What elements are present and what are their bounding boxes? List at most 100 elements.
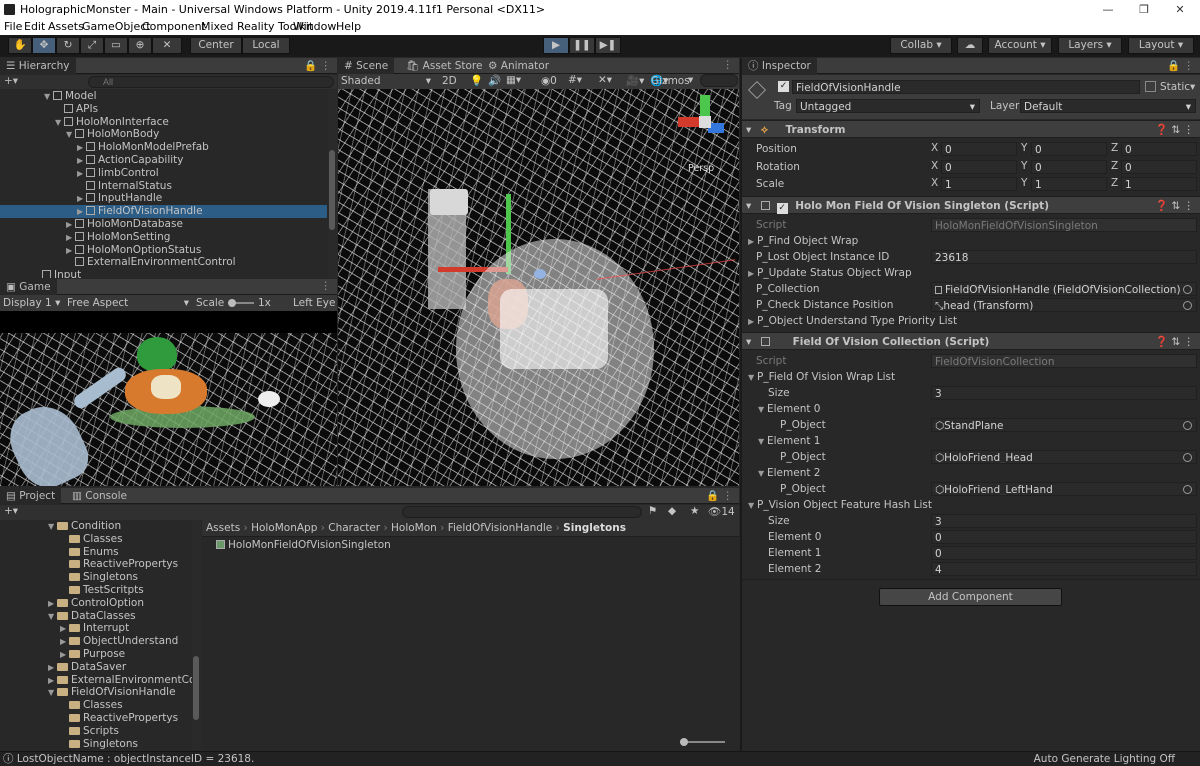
- collection-component-header[interactable]: ▾ Field Of Vision Collection (Script) ❓ …: [742, 332, 1200, 350]
- hierarchy-scrollbar[interactable]: [328, 90, 337, 278]
- active-checkbox[interactable]: ✓: [778, 81, 789, 92]
- camera-icon[interactable]: 🎥▾: [626, 74, 644, 87]
- layers-dropdown[interactable]: Layers ▾: [1058, 37, 1122, 54]
- tab-scene[interactable]: # Scene: [338, 58, 395, 74]
- object-picker-icon[interactable]: [1183, 301, 1192, 310]
- scale-slider-thumb[interactable]: [228, 299, 236, 307]
- hierarchy-search-input[interactable]: [88, 76, 334, 88]
- fold-arrow-icon[interactable]: ▼: [66, 128, 75, 141]
- breadcrumb-holomonapp[interactable]: HoloMonApp: [251, 522, 317, 534]
- hash-size-field[interactable]: 3: [931, 514, 1197, 528]
- hierarchy-item[interactable]: APIs: [0, 103, 327, 116]
- persp-label[interactable]: Persp: [688, 163, 714, 174]
- account-dropdown[interactable]: Account ▾: [988, 37, 1052, 54]
- hidden-packages-icon[interactable]: 👁14: [708, 505, 735, 518]
- maximize-button[interactable]: ❐: [1124, 1, 1164, 18]
- project-tree-scrollbar[interactable]: [192, 520, 201, 750]
- fold-arrow-icon[interactable]: ▼: [48, 520, 57, 533]
- tab-game[interactable]: ▣ Game: [0, 279, 57, 295]
- inspector-menu-icon[interactable]: 🔒 ⋮: [1167, 59, 1194, 72]
- fold-down-icon[interactable]: ▾: [746, 200, 751, 212]
- hierarchy-item[interactable]: ▶ HoloMonSetting: [0, 231, 327, 244]
- menu-gameobject[interactable]: GameObject: [82, 20, 151, 33]
- fold-down-icon[interactable]: ▾: [746, 336, 751, 348]
- update-status-wrap-row[interactable]: ▶ P_Update Status Object Wrap: [742, 265, 1200, 281]
- find-object-wrap-row[interactable]: ▶ P_Find Object Wrap: [742, 233, 1200, 249]
- fold-down-icon[interactable]: ▾: [746, 124, 751, 136]
- game-panel-menu-icon[interactable]: ⋮: [321, 280, 332, 292]
- cloud-icon[interactable]: ☁: [957, 37, 983, 54]
- shading-dropdown[interactable]: Shaded ▾: [341, 75, 431, 87]
- static-checkbox[interactable]: [1145, 81, 1156, 92]
- tab-inspector[interactable]: ⓘ Inspector: [742, 58, 817, 74]
- fold-arrow-icon[interactable]: ▶: [60, 648, 69, 661]
- image-icon[interactable]: ▦▾: [506, 74, 521, 86]
- distance-field[interactable]: ⤡head (Transform): [931, 298, 1197, 312]
- orientation-x-cone[interactable]: [678, 117, 700, 127]
- folder-item[interactable]: ReactivePropertys: [0, 712, 192, 725]
- collab-button[interactable]: Collab ▾: [890, 37, 952, 54]
- grid-icon[interactable]: #▾: [568, 74, 582, 86]
- project-tree-scroll-thumb[interactable]: [193, 656, 199, 720]
- singleton-enabled-checkbox[interactable]: ✓: [776, 203, 788, 214]
- eye-dropdown[interactable]: Left Eye: [293, 297, 335, 309]
- fold-arrow-icon[interactable]: ▶: [48, 661, 57, 674]
- fold-arrow-icon[interactable]: ▼: [55, 116, 64, 129]
- fold-arrow-icon[interactable]: ▶: [60, 622, 69, 635]
- folder-item[interactable]: ▶ ControlOption: [0, 597, 192, 610]
- hierarchy-item[interactable]: ExternalEnvironmentControl: [0, 256, 327, 269]
- object-picker-icon[interactable]: [1183, 453, 1192, 462]
- folder-item[interactable]: Enums: [0, 546, 192, 559]
- project-panel-menu-icon[interactable]: 🔒 ⋮: [706, 489, 733, 502]
- fold-arrow-icon[interactable]: ▼: [48, 610, 57, 623]
- mode-2d-button[interactable]: 2D: [442, 75, 457, 87]
- hand-tool-icon[interactable]: ✋: [8, 37, 32, 54]
- collection-field[interactable]: FieldOfVisionHandle (FieldOfVisionCollec…: [931, 282, 1197, 296]
- hierarchy-item[interactable]: ▶ ActionCapability: [0, 154, 327, 167]
- component-menu-icon[interactable]: ❓ ⇅ ⋮: [1155, 121, 1194, 139]
- fold-arrow-icon[interactable]: ▶: [77, 141, 86, 154]
- scene-viewport[interactable]: Persp: [338, 89, 739, 486]
- scene-orientation-gizmo[interactable]: [678, 95, 732, 149]
- breadcrumb-character[interactable]: Character: [328, 522, 380, 534]
- folder-item[interactable]: ReactivePropertys: [0, 558, 192, 571]
- breadcrumb-holomon[interactable]: HoloMon: [391, 522, 437, 534]
- folder-item[interactable]: TestScritpts: [0, 584, 192, 597]
- layout-dropdown[interactable]: Layout ▾: [1128, 37, 1194, 54]
- pivot-local-button[interactable]: Local: [242, 37, 290, 54]
- create-plus-icon[interactable]: +▾: [4, 75, 18, 87]
- scale-slider[interactable]: [228, 299, 254, 307]
- fold-arrow-icon[interactable]: ▼: [48, 686, 57, 699]
- wrap-element-row[interactable]: ▼ Element 1: [742, 433, 1200, 449]
- play-button[interactable]: ▶: [543, 37, 569, 54]
- tab-hierarchy[interactable]: ☰ Hierarchy: [0, 58, 76, 74]
- object-ref-field[interactable]: ⬡HoloFriend_Head: [931, 450, 1197, 464]
- transform-x-field[interactable]: 0: [941, 142, 1017, 156]
- rotate-tool-icon[interactable]: ↻: [56, 37, 80, 54]
- collection-script-field[interactable]: FieldOfVisionCollection: [931, 354, 1197, 368]
- pause-button[interactable]: ❚❚: [569, 37, 595, 54]
- wrap-list-row[interactable]: ▼ P_Field Of Vision Wrap List: [742, 369, 1200, 385]
- lost-id-field[interactable]: 23618: [931, 250, 1197, 264]
- fold-arrow-icon[interactable]: ▼: [44, 90, 53, 103]
- add-component-button[interactable]: Add Component: [879, 588, 1062, 606]
- object-picker-icon[interactable]: [1183, 421, 1192, 430]
- fold-arrow-icon[interactable]: ▶: [48, 674, 57, 687]
- tools-icon[interactable]: ✕▾: [598, 74, 612, 86]
- folder-item[interactable]: ▶ Purpose: [0, 648, 192, 661]
- pivot-center-button[interactable]: Center: [190, 37, 242, 54]
- fold-arrow-icon[interactable]: ▶: [77, 205, 86, 218]
- object-ref-field[interactable]: ⬡StandPlane: [931, 418, 1197, 432]
- object-ref-field[interactable]: ⬡HoloFriend_LeftHand: [931, 482, 1197, 496]
- folder-item[interactable]: Singletons: [0, 571, 192, 584]
- singleton-component-header[interactable]: ▾ ✓ Holo Mon Field Of Vision Singleton (…: [742, 196, 1200, 214]
- tab-asset-store[interactable]: 🛍 Asset Store: [400, 58, 488, 74]
- icon-size-slider[interactable]: [680, 738, 725, 746]
- breadcrumb-fieldofvisionhandle[interactable]: FieldOfVisionHandle: [448, 522, 553, 534]
- status-message[interactable]: LostObjectName : objectInstanceID = 2361…: [17, 753, 254, 765]
- transform-x-field[interactable]: 0: [941, 159, 1017, 174]
- tag-dropdown[interactable]: Untagged ▾: [796, 99, 980, 113]
- folder-item[interactable]: ▼ Condition: [0, 520, 192, 533]
- folder-item[interactable]: Singletons: [0, 738, 192, 750]
- hierarchy-item[interactable]: ▶ HoloMonModelPrefab: [0, 141, 327, 154]
